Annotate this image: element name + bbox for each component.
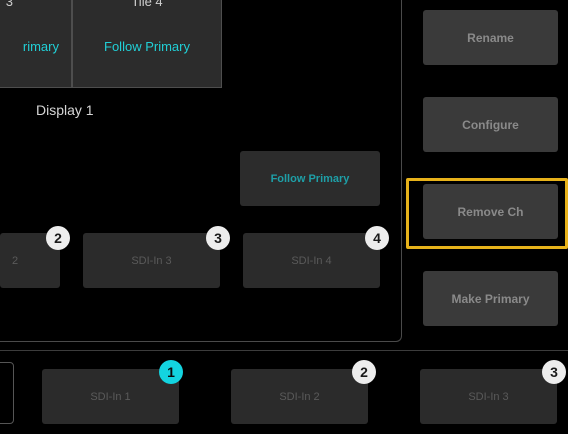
display-label: Display 1 — [36, 102, 94, 118]
input-button-label: SDI-In 4 — [291, 254, 332, 267]
source-label: SDI-In 3 — [468, 390, 509, 403]
bottom-source-sdi-in-3[interactable]: SDI-In 3 — [420, 369, 557, 424]
badge-1: 1 — [159, 360, 183, 384]
divider — [0, 350, 568, 351]
tile-title: Tile 4 — [131, 0, 163, 9]
configure-button[interactable]: Configure — [423, 97, 558, 152]
bottom-source-sdi-in-2[interactable]: SDI-In 2 — [231, 369, 368, 424]
selection-highlight — [406, 178, 568, 249]
follow-primary-button[interactable]: Follow Primary — [240, 151, 380, 206]
tile-3[interactable]: 3 rimary — [0, 0, 72, 88]
source-label: SDI-In 1 — [90, 390, 131, 403]
tile-source: rimary — [22, 39, 59, 54]
input-button-label: SDI-In 3 — [131, 254, 172, 267]
badge-3: 3 — [206, 226, 230, 250]
input-button-label: 2 — [12, 254, 19, 267]
source-label: SDI-In 2 — [279, 390, 320, 403]
tile-4[interactable]: Tile 4 Follow Primary — [72, 0, 222, 88]
tile-source: Follow Primary — [104, 39, 190, 54]
input-button-sdi-in-4[interactable]: SDI-In 4 — [243, 233, 380, 288]
input-button-sdi-in-3[interactable]: SDI-In 3 — [83, 233, 220, 288]
badge-3: 3 — [542, 360, 566, 384]
make-primary-button[interactable]: Make Primary — [423, 271, 558, 326]
rename-button[interactable]: Rename — [423, 10, 558, 65]
badge-2: 2 — [352, 360, 376, 384]
badge-4: 4 — [365, 226, 389, 250]
bottom-left-frame — [0, 362, 14, 424]
tile-title: 3 — [5, 0, 13, 9]
bottom-source-sdi-in-1[interactable]: SDI-In 1 — [42, 369, 179, 424]
badge-2: 2 — [46, 226, 70, 250]
